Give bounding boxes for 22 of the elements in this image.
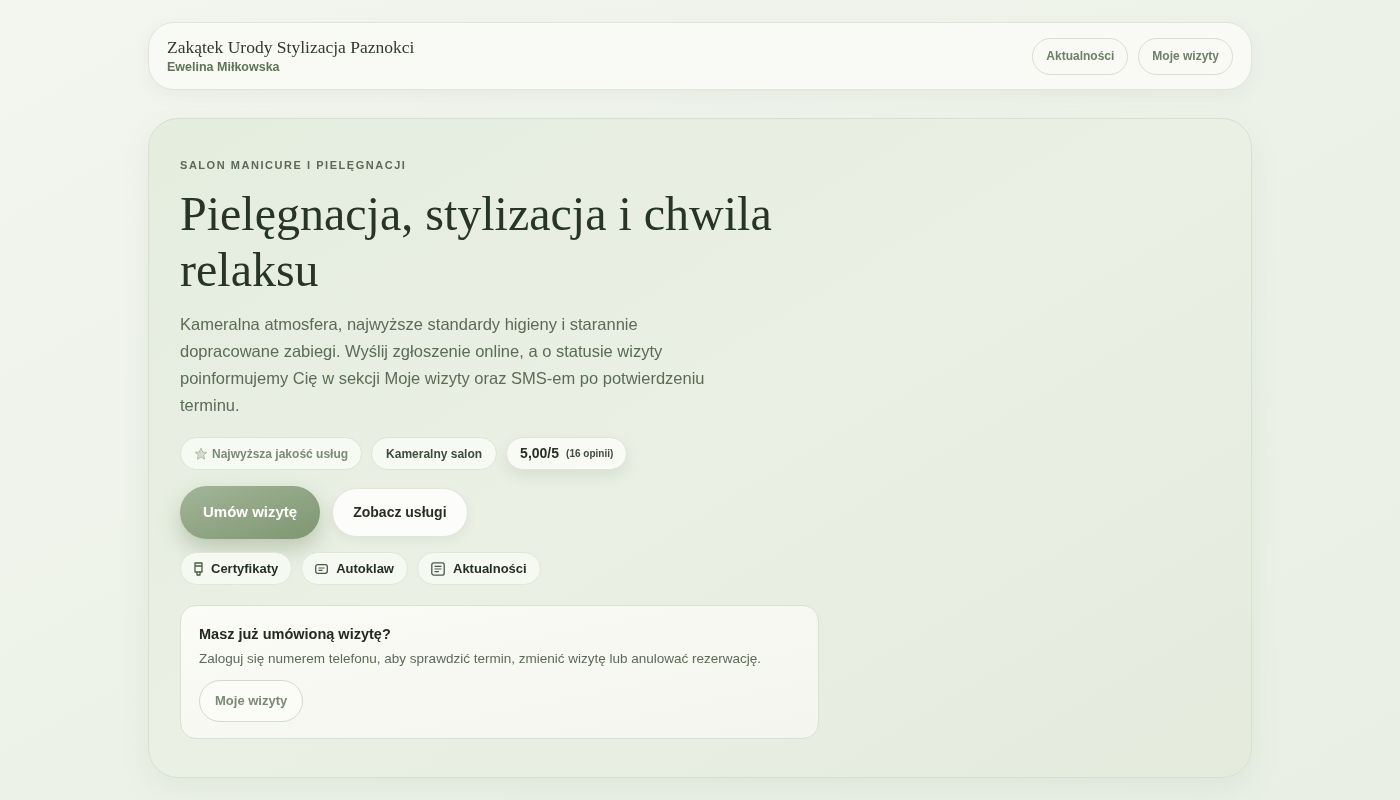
my-visits-button[interactable]: Moje wizyty (199, 680, 304, 722)
owner-name: Ewelina Miłkowska (167, 59, 281, 76)
quick-link[interactable]: Autoklaw (301, 552, 408, 585)
hero-description: Kameralna atmosfera, najwyższe standardy higieny i starannie dopracowane zabiegi. Wyślij zgłoszenie online, a o statusie wizyty poinformujemy Cię w sekcji Moje wizyty oraz SMS-em po potwierdzeniu terminu. (180, 314, 706, 416)
nav-link[interactable]: Moje wizyty (1138, 37, 1233, 75)
login-card-title: Masz już umówioną wizytę? (199, 625, 391, 644)
quick-link[interactable]: Certyfikaty (180, 552, 293, 585)
star-icon (194, 446, 208, 461)
review-count: (16 opinii) (566, 447, 614, 461)
badge-label: Kameralny salon (386, 445, 483, 463)
salon-name: Zakątek Urody Stylizacja Paznokci (167, 36, 415, 58)
eyebrow-text: SALON MANICURE I PIELĘGNACJI (180, 158, 407, 172)
narrow-document-icon (194, 561, 203, 576)
badge-label: Najwyższa jakość usług (212, 445, 349, 463)
login-card-text: Zaloguj się numerem telefonu, aby sprawdzić termin, zmienić wizytę lub anulować rezerwację. (199, 650, 761, 668)
services-button[interactable]: Zobacz usługi (332, 488, 468, 537)
rating-value: 5,00/5 (520, 444, 560, 463)
card-icon (315, 563, 329, 574)
nav-link[interactable]: Aktualności (1032, 37, 1129, 75)
quick-link[interactable]: Aktualności (417, 552, 541, 585)
hero-heading: Pielęgnacja, stylizacja i chwila relaksu (180, 186, 773, 298)
document-lines-icon (431, 561, 445, 576)
